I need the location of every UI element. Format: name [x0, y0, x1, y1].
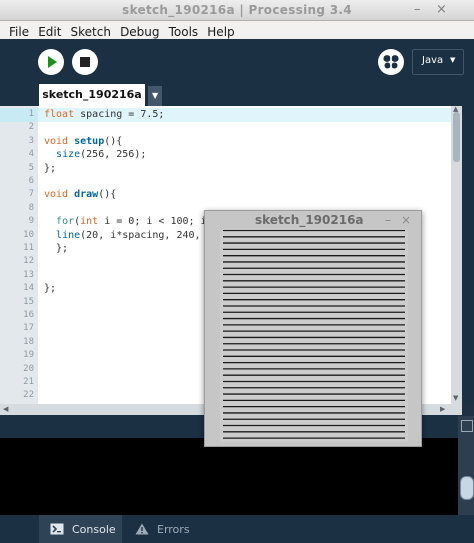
editor-right-margin — [462, 106, 474, 404]
sketch-close-button[interactable]: × — [401, 213, 411, 227]
tab-label: sketch_190216a — [42, 88, 142, 101]
line-number: 12 — [23, 256, 34, 267]
butterfly-icon — [383, 55, 399, 69]
line-number: 18 — [23, 336, 34, 347]
stop-button[interactable] — [72, 49, 98, 75]
line-number: 19 — [23, 350, 34, 361]
line-number: 5 — [28, 162, 34, 173]
editor-vertical-scrollbar[interactable]: ▲ ▼ — [451, 105, 462, 404]
sketch-output-window[interactable]: sketch_190216a – × — [204, 210, 422, 447]
tab-errors[interactable]: Errors — [130, 515, 196, 543]
scrollbar-thumb[interactable] — [453, 112, 460, 162]
code-line[interactable]: }; — [44, 282, 56, 295]
window-titlebar[interactable]: sketch_190216a | Processing 3.4 – × — [0, 0, 474, 21]
line-number: 3 — [28, 135, 34, 146]
minimize-button[interactable]: – — [414, 2, 421, 17]
chevron-down-icon: ▼ — [450, 56, 456, 64]
line-number: 15 — [23, 296, 34, 307]
scroll-right-icon[interactable]: ▶ — [440, 405, 445, 413]
code-line[interactable]: }; — [44, 242, 68, 255]
chevron-down-icon: ▼ — [152, 91, 159, 100]
sketch-window-title: sketch_190216a — [255, 213, 364, 227]
sketch-canvas[interactable] — [220, 230, 408, 442]
tab-sketch[interactable]: sketch_190216a — [39, 84, 145, 106]
line-number: 14 — [23, 283, 34, 294]
menu-sketch[interactable]: Sketch — [71, 25, 111, 39]
close-button[interactable]: × — [436, 2, 447, 17]
menu-debug[interactable]: Debug — [120, 25, 159, 39]
line-number: 13 — [23, 269, 34, 280]
debug-button[interactable] — [378, 49, 404, 75]
code-line[interactable]: float spacing = 7.5; — [44, 108, 164, 121]
copy-icon[interactable] — [461, 420, 473, 432]
scroll-down-icon[interactable]: ▼ — [453, 394, 458, 402]
line-number: 16 — [23, 310, 34, 320]
warning-icon — [135, 523, 149, 535]
code-line[interactable]: void draw(){ — [44, 188, 116, 201]
code-line[interactable]: size(256, 256); — [44, 148, 146, 161]
mode-label: Java — [422, 55, 444, 66]
code-line[interactable]: }; — [44, 162, 56, 175]
line-number: 21 — [23, 377, 34, 387]
line-number: 6 — [28, 176, 34, 186]
line-number: 4 — [28, 149, 34, 160]
line-number: 1 — [28, 109, 34, 119]
sketch-minimize-button[interactable]: – — [385, 213, 391, 227]
errors-tab-label: Errors — [157, 523, 190, 536]
toolbar: Java ▼ — [0, 39, 474, 86]
line-number: 20 — [23, 363, 34, 374]
tab-console[interactable]: Console — [39, 515, 122, 543]
play-icon — [48, 56, 57, 68]
code-line[interactable]: void setup(){ — [44, 135, 122, 148]
line-number: 11 — [23, 243, 34, 253]
mode-selector[interactable]: Java ▼ — [412, 49, 464, 75]
line-number: 8 — [28, 202, 34, 213]
run-button[interactable] — [38, 49, 64, 75]
console-output[interactable] — [0, 438, 474, 515]
menu-edit[interactable]: Edit — [38, 25, 61, 39]
menu-tools[interactable]: Tools — [169, 25, 199, 39]
line-number: 22 — [23, 390, 34, 401]
code-line[interactable]: for(int i = 0; i < 100; i++){ — [44, 215, 231, 228]
menu-file[interactable]: File — [9, 25, 29, 39]
tab-menu-button[interactable]: ▼ — [148, 86, 162, 106]
line-number: 10 — [23, 229, 34, 240]
stop-icon — [80, 57, 90, 67]
line-number: 17 — [23, 323, 34, 334]
menu-help[interactable]: Help — [207, 25, 234, 39]
scrollbar-thumb[interactable] — [460, 476, 474, 500]
line-number: 2 — [28, 122, 34, 133]
window-title: sketch_190216a | Processing 3.4 — [122, 3, 352, 17]
console-tab-label: Console — [72, 523, 116, 536]
line-number: 7 — [28, 189, 34, 200]
footer-bar: Console Errors — [0, 515, 474, 543]
line-number: 9 — [28, 216, 34, 227]
console-icon — [50, 523, 64, 535]
console-scrollbar[interactable] — [458, 416, 474, 515]
menu-bar: File Edit Sketch Debug Tools Help — [0, 21, 474, 39]
scroll-left-icon[interactable]: ◀ — [3, 405, 8, 413]
